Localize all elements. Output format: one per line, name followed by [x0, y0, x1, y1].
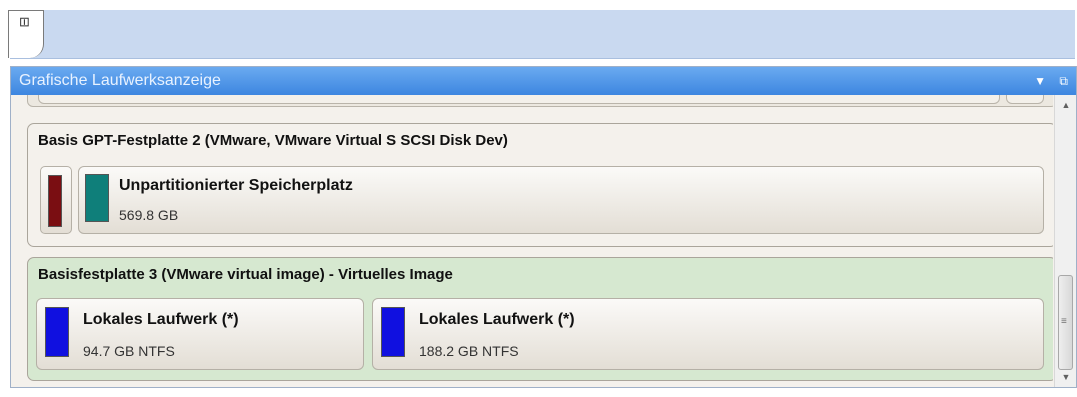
volume-size: 569.8 GB: [119, 207, 179, 223]
volume-local-2[interactable]: Lokales Laufwerk (*) 188.2 GB NTFS: [372, 298, 1044, 370]
partial-volume-small[interactable]: [1006, 95, 1044, 104]
scroll-thumb[interactable]: ≡: [1058, 275, 1073, 370]
disk-map-panel: Grafische Laufwerksanzeige ▼ ⧉ Basis GPT…: [10, 66, 1077, 388]
panel-menu-icon[interactable]: ▼: [1034, 67, 1046, 95]
disk-basis-3[interactable]: Basisfestplatte 3 (VMware virtual image)…: [27, 257, 1053, 381]
volume-color-swatch: [85, 174, 109, 222]
volume-name: Lokales Laufwerk (*): [419, 311, 575, 328]
app-root: ⊟ Grafische Laufwerksanzeige ▼ ⧉ Basis G…: [0, 0, 1077, 397]
disk-tab-icon: ⊟: [16, 16, 32, 28]
disk-map-content: Basis GPT-Festplatte 2 (VMware, VMware V…: [17, 95, 1053, 387]
panel-header: Grafische Laufwerksanzeige ▼ ⧉: [11, 67, 1076, 95]
panel-float-icon[interactable]: ⧉: [1059, 67, 1068, 95]
scroll-up-icon[interactable]: ▲: [1055, 97, 1077, 113]
disk-title: Basisfestplatte 3 (VMware virtual image)…: [38, 266, 453, 283]
volume-color-swatch: [45, 307, 69, 357]
partial-disk: [27, 95, 1053, 107]
volume-size: 94.7 GB NTFS: [83, 343, 175, 359]
disk-gpt-2[interactable]: Basis GPT-Festplatte 2 (VMware, VMware V…: [27, 123, 1053, 247]
scroll-grip-icon: ≡: [1061, 316, 1067, 327]
volume-local-1[interactable]: Lokales Laufwerk (*) 94.7 GB NTFS: [36, 298, 364, 370]
side-tab[interactable]: ⊟: [8, 10, 44, 58]
vertical-scrollbar[interactable]: ▲ ≡ ▼: [1054, 95, 1076, 387]
volume-size: 188.2 GB NTFS: [419, 343, 519, 359]
volume-unallocated[interactable]: Unpartitionierter Speicherplatz 569.8 GB: [78, 166, 1044, 234]
reserved-partition[interactable]: [40, 166, 72, 234]
tab-strip: [10, 10, 1075, 59]
volume-color-swatch: [381, 307, 405, 357]
reserved-color-swatch: [48, 175, 62, 227]
panel-title: Grafische Laufwerksanzeige: [19, 72, 221, 89]
partial-volume[interactable]: [38, 95, 1000, 104]
volume-name: Lokales Laufwerk (*): [83, 311, 239, 328]
disk-title: Basis GPT-Festplatte 2 (VMware, VMware V…: [38, 132, 508, 149]
scroll-down-icon[interactable]: ▼: [1055, 369, 1077, 385]
volume-name: Unpartitionierter Speicherplatz: [119, 177, 353, 194]
